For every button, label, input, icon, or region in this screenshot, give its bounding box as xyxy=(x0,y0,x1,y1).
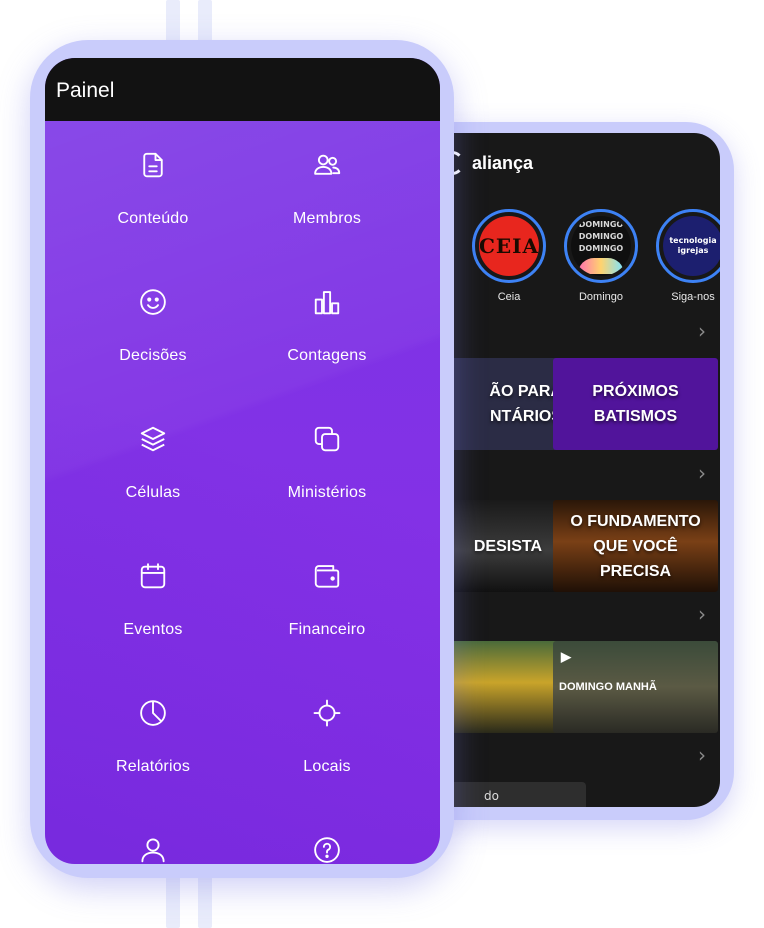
front-phone-screen: Painel Conteúdo Membros Decisões Contage… xyxy=(45,58,440,864)
layers-icon xyxy=(140,426,166,452)
menu-item-label: Relatórios xyxy=(115,758,191,775)
bottom-connector xyxy=(198,876,212,928)
bar-chart-icon xyxy=(314,291,340,315)
menu-item-profile[interactable] xyxy=(73,835,233,864)
users-icon xyxy=(314,154,341,175)
story-domingo[interactable]: DOMINGO DOMINGO DOMINGO Domingo xyxy=(564,209,638,303)
menu-item-label: Células xyxy=(125,484,181,501)
rainbow-graphic xyxy=(578,257,624,274)
story-label: Ceia xyxy=(497,291,521,303)
menu-item-eventos[interactable]: Eventos xyxy=(73,561,233,671)
bottom-connector xyxy=(166,876,180,928)
card-title: DESISTA xyxy=(473,537,542,555)
menu-item-label: Eventos xyxy=(123,621,183,638)
smile-icon xyxy=(140,289,166,315)
chevron-right-icon[interactable]: › xyxy=(698,743,706,767)
play-icon[interactable]: ▶ xyxy=(561,649,571,665)
page-title: Painel xyxy=(56,79,115,102)
menu-item-label: Ministérios xyxy=(287,484,367,501)
story-ring: CEIA xyxy=(472,209,546,283)
story-label: Domingo xyxy=(578,291,624,303)
app-bar: Painel xyxy=(45,58,440,121)
top-connector xyxy=(166,0,180,42)
menu-item-label: Contagens xyxy=(287,347,367,364)
calendar-icon xyxy=(140,563,166,589)
menu-item-contagens[interactable]: Contagens xyxy=(247,287,407,397)
menu-item-ministerios[interactable]: Ministérios xyxy=(247,424,407,534)
story-label: Siga-nos xyxy=(671,291,715,303)
chevron-right-icon[interactable]: › xyxy=(698,319,706,343)
menu-item-label: Locais xyxy=(303,758,351,775)
menu-item-decisoes[interactable]: Decisões xyxy=(73,287,233,397)
story-ring: DOMINGO DOMINGO DOMINGO xyxy=(564,209,638,283)
chevron-right-icon[interactable]: › xyxy=(698,602,706,626)
story-art-text: igrejas xyxy=(677,246,709,255)
pie-chart-icon xyxy=(140,700,166,726)
story-art-text: CEIA xyxy=(479,234,539,258)
chevron-right-icon[interactable]: › xyxy=(698,461,706,485)
story-siga-nos[interactable]: tecnologia igrejas Siga-nos xyxy=(656,209,720,303)
story-art-text: DOMINGO xyxy=(578,219,624,229)
story-image: tecnologia igrejas xyxy=(663,216,720,276)
brand-name: aliança xyxy=(472,152,534,173)
top-connector xyxy=(198,0,212,42)
menu-item-celulas[interactable]: Células xyxy=(73,424,233,534)
wallet-icon xyxy=(314,565,340,588)
story-image: CEIA xyxy=(479,216,539,276)
bottom-tab-label: do xyxy=(484,789,499,803)
story-ring: tecnologia igrejas xyxy=(656,209,720,283)
video-title: DOMINGO MANHÃ xyxy=(559,681,657,693)
menu-item-relatorios[interactable]: Relatórios xyxy=(73,698,233,808)
content-card[interactable]: PRÓXIMOS BATISMOS xyxy=(553,358,718,450)
crosshair-icon xyxy=(313,699,341,727)
menu-item-membros[interactable]: Membros xyxy=(247,150,407,260)
menu-item-label: Conteúdo xyxy=(117,210,189,227)
menu-item-label: Financeiro xyxy=(288,621,366,638)
document-icon xyxy=(143,152,163,178)
card-title: PRÓXIMOS BATISMOS xyxy=(592,383,679,425)
copy-icon xyxy=(314,426,340,452)
content-card[interactable]: O FUNDAMENTO QUE VOCÊ PRECISA xyxy=(553,500,718,592)
menu-item-locais[interactable]: Locais xyxy=(247,698,407,808)
menu-item-financeiro[interactable]: Financeiro xyxy=(247,561,407,671)
bottom-tab[interactable]: do xyxy=(440,782,586,807)
menu-item-label: Membros xyxy=(292,210,362,227)
story-image: DOMINGO DOMINGO DOMINGO xyxy=(571,216,631,276)
card-title: O FUNDAMENTO QUE VOCÊ PRECISA xyxy=(570,512,701,580)
menu-item-conteudo[interactable]: Conteúdo xyxy=(73,150,233,260)
user-icon xyxy=(141,838,165,863)
video-card[interactable]: ▶ DOMINGO MANHÃ xyxy=(553,641,718,733)
card-title: ÃO PARA NTÁRIOS xyxy=(489,383,562,425)
story-art-text: tecnologia xyxy=(669,236,717,245)
back-phone-screen: aliança CEIA Ceia DOMINGO DOMINGO DOMING… xyxy=(410,133,720,807)
menu-item-help[interactable] xyxy=(247,835,407,864)
story-art-text: DOMINGO xyxy=(578,231,624,241)
story-ceia[interactable]: CEIA Ceia xyxy=(472,209,546,303)
menu-item-label: Decisões xyxy=(119,347,187,364)
story-art-text: DOMINGO xyxy=(578,243,624,253)
help-icon xyxy=(314,837,340,863)
